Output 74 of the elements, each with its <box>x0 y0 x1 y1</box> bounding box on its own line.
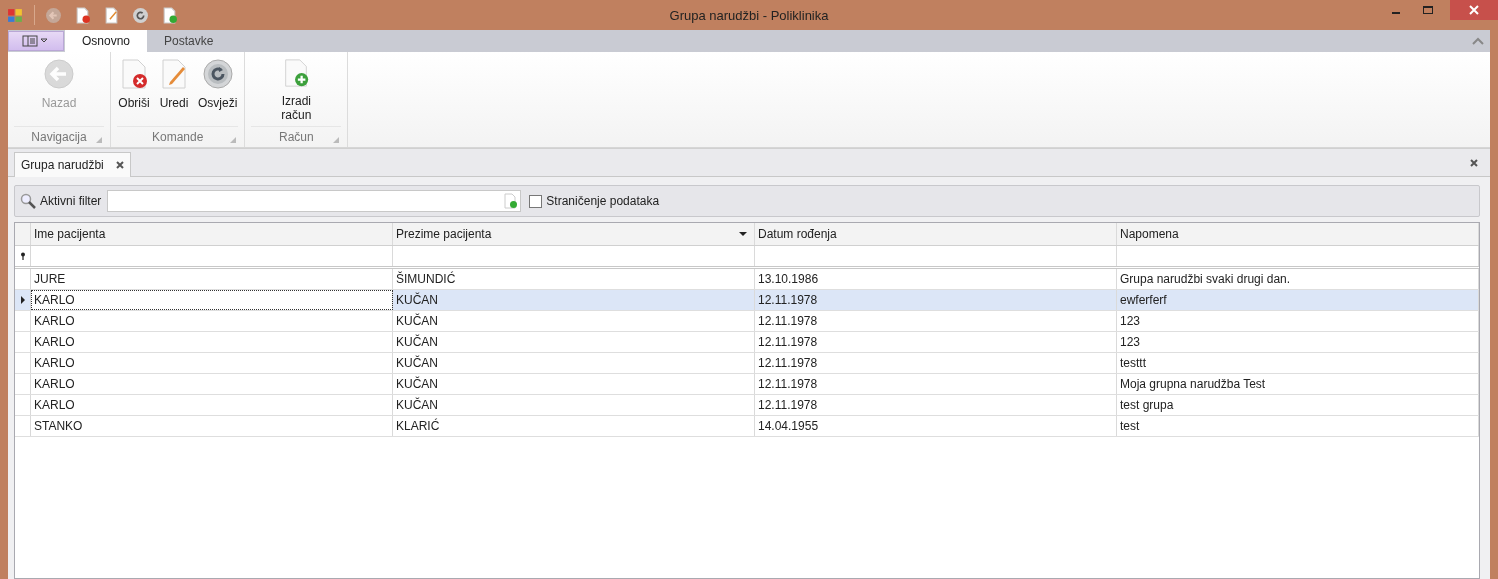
table-cell: KLARIĆ <box>393 416 755 436</box>
panel-menu-icon <box>22 35 50 47</box>
table-cell: KUČAN <box>393 353 755 373</box>
table-cell: KUČAN <box>393 290 755 310</box>
table-cell: 12.11.1978 <box>755 374 1117 394</box>
ribbon-tab[interactable]: Osnovno <box>65 30 148 52</box>
table-cell: STANKO <box>31 416 393 436</box>
table-cell: KUČAN <box>393 374 755 394</box>
edit-button[interactable]: Uredi <box>155 56 193 124</box>
table-cell: 12.11.1978 <box>755 290 1117 310</box>
paging-label: Straničenje podataka <box>546 194 660 208</box>
table-cell: 12.11.1978 <box>755 395 1117 415</box>
table-cell: KARLO <box>31 311 393 331</box>
collapse-ribbon-icon[interactable] <box>1472 37 1484 45</box>
app-icon[interactable] <box>7 6 24 24</box>
row-indicator-icon <box>20 296 25 304</box>
dialog-launcher-icon[interactable] <box>96 137 102 143</box>
table-cell: ewferferf <box>1117 290 1479 310</box>
dialog-launcher-icon[interactable] <box>230 137 237 143</box>
close-icon <box>1468 4 1480 16</box>
refresh-icon <box>201 58 234 90</box>
window-title: Grupa narudžbi - Poliklinika <box>668 8 830 23</box>
column-header[interactable]: Prezime pacijenta <box>393 223 755 245</box>
table-cell: KARLO <box>31 332 393 352</box>
table-cell: KARLO <box>31 290 393 310</box>
table-cell: 12.11.1978 <box>755 353 1117 373</box>
add-document-icon[interactable] <box>161 6 178 24</box>
refresh-button[interactable]: Osvježi <box>195 56 241 124</box>
delete-document-icon[interactable] <box>74 6 91 24</box>
table-cell: KARLO <box>31 395 393 415</box>
table-cell: test <box>1117 416 1479 436</box>
minimize-icon <box>1392 12 1400 14</box>
table-cell: Moja grupna narudžba Test <box>1117 374 1479 394</box>
ribbon-tab[interactable]: Postavke <box>147 30 231 52</box>
filter-label: Aktivni filter <box>40 194 102 208</box>
close-tab-icon[interactable] <box>115 161 124 169</box>
document-tab[interactable]: Grupa narudžbi <box>14 152 131 177</box>
search-icon <box>20 193 36 209</box>
table-cell: KARLO <box>31 353 393 373</box>
table-cell: 123 <box>1117 311 1479 331</box>
group-label: Račun <box>279 130 314 144</box>
filter-input[interactable] <box>107 190 522 212</box>
paging-checkbox[interactable] <box>529 194 543 208</box>
close-icon[interactable] <box>1470 158 1478 167</box>
column-header[interactable]: Ime pacijenta <box>31 223 393 245</box>
table-cell: testtt <box>1117 353 1479 373</box>
table-cell: 14.04.1955 <box>755 416 1117 436</box>
maximize-icon <box>1422 4 1434 16</box>
table-cell: ŠIMUNDIĆ <box>393 269 755 289</box>
add-document-icon[interactable] <box>502 193 519 209</box>
refresh-icon[interactable] <box>132 6 149 24</box>
column-header[interactable]: Datum rođenja <box>755 223 1117 245</box>
close-button[interactable] <box>1450 0 1498 20</box>
group-label: Komande <box>152 130 204 144</box>
table-cell: 13.10.1986 <box>755 269 1117 289</box>
table-cell: 123 <box>1117 332 1479 352</box>
group-label: Navigacija <box>31 130 87 144</box>
column-header[interactable]: Napomena <box>1117 223 1479 245</box>
dialog-launcher-icon[interactable] <box>333 137 340 143</box>
delete-button[interactable]: Obriši <box>115 56 153 124</box>
dropdown-icon[interactable] <box>739 232 747 236</box>
table-cell: 12.11.1978 <box>755 311 1117 331</box>
table-cell: KUČAN <box>393 332 755 352</box>
table-cell: test grupa <box>1117 395 1479 415</box>
edit-document-icon[interactable] <box>103 6 120 24</box>
table-cell: KARLO <box>31 374 393 394</box>
application-menu-button[interactable] <box>8 31 64 51</box>
table-cell: Grupa narudžbi svaki drugi dan. <box>1117 269 1479 289</box>
table-cell: 12.11.1978 <box>755 332 1117 352</box>
create-invoice-button[interactable]: Izradi račun <box>267 56 326 124</box>
filter-row-icon <box>19 252 26 260</box>
table-cell: KUČAN <box>393 395 755 415</box>
table-cell: KUČAN <box>393 311 755 331</box>
table-cell: JURE <box>31 269 393 289</box>
